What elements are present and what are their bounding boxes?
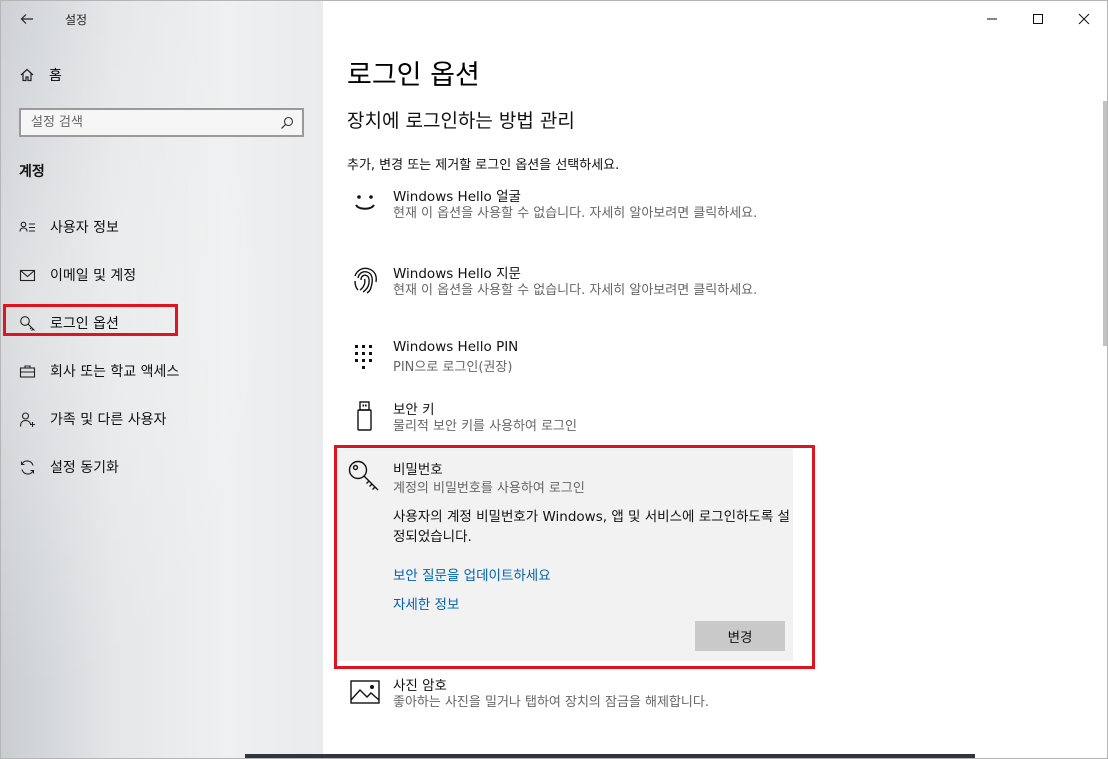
- pin-keypad-icon: [355, 345, 372, 369]
- scrollbar[interactable]: [1103, 101, 1107, 346]
- option-title: 보안 키: [393, 402, 435, 418]
- settings-window: 설정 홈 계정 사용자 정보 이메일 및 계정: [0, 0, 1108, 759]
- close-button[interactable]: [1061, 1, 1107, 37]
- section-label-accounts: 계정: [19, 164, 45, 180]
- option-title: 사진 암호: [393, 678, 447, 694]
- sidebar-item-work-school[interactable]: 회사 또는 학교 액세스: [1, 347, 323, 395]
- briefcase-icon: [19, 364, 36, 378]
- maximize-icon: [1033, 14, 1043, 24]
- page-subtitle: 장치에 로그인하는 방법 관리: [347, 110, 575, 132]
- search-input[interactable]: [31, 115, 251, 130]
- option-hello-face[interactable]: Windows Hello 얼굴 현재 이 옵션을 사용할 수 없습니다. 자세…: [347, 185, 787, 243]
- password-highlight-outline: [334, 445, 815, 669]
- page-title: 로그인 옵션: [347, 60, 480, 91]
- usb-key-icon: [357, 401, 372, 431]
- sidebar-item-label: 회사 또는 학교 액세스: [50, 364, 180, 380]
- title-bar: 설정: [1, 1, 323, 37]
- fingerprint-icon: [354, 267, 377, 294]
- sidebar-item-label: 이메일 및 계정: [50, 268, 137, 284]
- close-icon: [1078, 13, 1090, 25]
- app-title: 설정: [65, 13, 88, 27]
- home-label: 홈: [49, 68, 62, 84]
- option-description: 좋아하는 사진을 밀거나 탭하여 장치의 잠금을 해제합니다.: [393, 695, 709, 710]
- face-icon: [355, 195, 375, 210]
- selection-highlight: [3, 304, 178, 336]
- sidebar-item-sign-in-options[interactable]: 로그인 옵션: [1, 299, 323, 347]
- option-title: Windows Hello 얼굴: [393, 189, 521, 205]
- option-description: PIN으로 로그인(권장): [393, 360, 513, 375]
- window-controls: [969, 1, 1107, 37]
- sync-icon: [20, 459, 35, 475]
- main-content: 로그인 옵션 장치에 로그인하는 방법 관리 추가, 변경 또는 제거할 로그인…: [323, 1, 1107, 758]
- search-box[interactable]: [19, 108, 304, 137]
- sidebar-item-sync-settings[interactable]: 설정 동기화: [1, 443, 323, 491]
- option-picture-password[interactable]: 사진 암호 좋아하는 사진을 밀거나 탭하여 장치의 잠금을 해제합니다.: [347, 674, 787, 714]
- back-button[interactable]: [15, 7, 39, 31]
- sidebar-item-email-accounts[interactable]: 이메일 및 계정: [1, 251, 323, 299]
- sidebar-item-family-users[interactable]: 가족 및 다른 사용자: [1, 395, 323, 443]
- sidebar-item-user-info[interactable]: 사용자 정보: [1, 203, 323, 251]
- maximize-button[interactable]: [1015, 1, 1061, 37]
- sidebar-item-label: 가족 및 다른 사용자: [50, 412, 167, 428]
- minimize-icon: [987, 18, 997, 20]
- home-nav-item[interactable]: 홈: [19, 65, 62, 85]
- option-title: Windows Hello 지문: [393, 266, 521, 282]
- back-arrow-icon: [20, 14, 33, 24]
- option-description: 물리적 보안 키를 사용하여 로그인: [393, 419, 577, 434]
- instruction-text: 추가, 변경 또는 제거할 로그인 옵션을 선택하세요.: [347, 158, 620, 173]
- user-info-icon: [19, 221, 35, 232]
- mail-icon: [19, 269, 36, 281]
- taskbar-edge: [245, 754, 975, 758]
- minimize-button[interactable]: [969, 1, 1015, 37]
- sidebar-item-label: 설정 동기화: [50, 460, 119, 476]
- home-icon: [20, 68, 34, 82]
- person-add-icon: [19, 411, 35, 427]
- sidebar-nav: 사용자 정보 이메일 및 계정 로그인 옵션 회사 또는 학교 액세스 가족 및…: [1, 203, 323, 491]
- option-description: 현재 이 옵션을 사용할 수 없습니다. 자세히 알아보려면 클릭하세요.: [393, 206, 758, 221]
- option-description: 현재 이 옵션을 사용할 수 없습니다. 자세히 알아보려면 클릭하세요.: [393, 283, 758, 298]
- option-hello-fingerprint[interactable]: Windows Hello 지문 현재 이 옵션을 사용할 수 없습니다. 자세…: [347, 262, 787, 320]
- option-hello-pin[interactable]: Windows Hello PIN PIN으로 로그인(권장): [347, 339, 787, 379]
- option-title: Windows Hello PIN: [393, 339, 519, 355]
- sidebar-item-label: 사용자 정보: [50, 220, 119, 236]
- search-icon[interactable]: [280, 116, 294, 130]
- option-security-key[interactable]: 보안 키 물리적 보안 키를 사용하여 로그인: [347, 398, 787, 438]
- sidebar: 설정 홈 계정 사용자 정보 이메일 및 계정: [1, 1, 323, 758]
- picture-icon: [350, 680, 380, 704]
